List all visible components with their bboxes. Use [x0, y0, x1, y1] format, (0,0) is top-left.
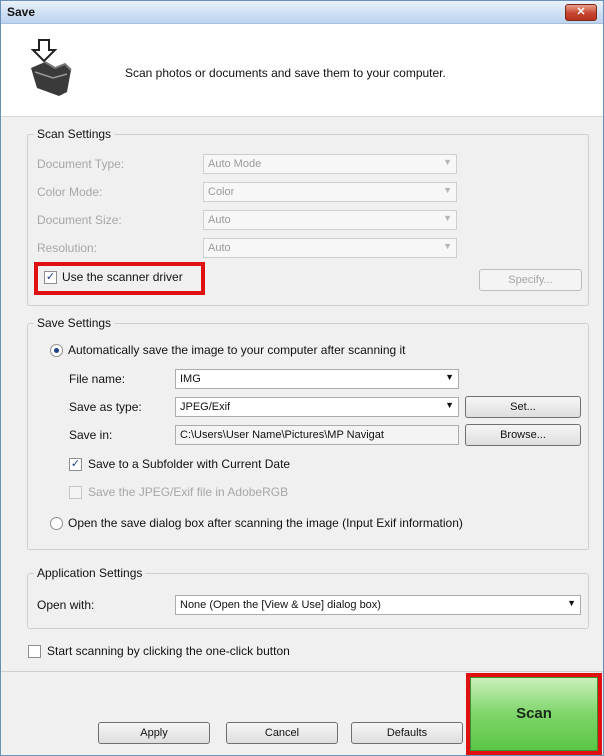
resolution-value: Auto	[208, 242, 231, 254]
dialog-header: Scan photos or documents and save them t…	[1, 24, 603, 117]
set-button[interactable]: Set...	[465, 396, 581, 418]
color-mode-select[interactable]: Color ▼	[203, 182, 457, 202]
save-as-type-label: Save as type:	[69, 400, 142, 414]
scan-save-icon	[30, 39, 72, 96]
color-mode-value: Color	[208, 186, 235, 198]
open-with-label: Open with:	[37, 598, 95, 612]
open-dialog-radio[interactable]	[50, 517, 63, 530]
open-with-value: None (Open the [View & Use] dialog box)	[180, 599, 381, 611]
open-with-select[interactable]: None (Open the [View & Use] dialog box) …	[175, 595, 581, 615]
save-in-value: C:\Users\User Name\Pictures\MP Navigat	[180, 429, 384, 441]
one-click-label[interactable]: Start scanning by clicking the one-click…	[47, 644, 290, 658]
color-mode-label: Color Mode:	[37, 185, 103, 199]
subfolder-label[interactable]: Save to a Subfolder with Current Date	[88, 457, 290, 471]
apply-button[interactable]: Apply	[98, 722, 210, 744]
scan-button[interactable]: Scan	[470, 677, 598, 751]
document-size-select[interactable]: Auto ▼	[203, 210, 457, 230]
save-as-type-value: JPEG/Exif	[180, 401, 231, 413]
document-type-select[interactable]: Auto Mode ▼	[203, 154, 457, 174]
chevron-down-icon: ▼	[445, 400, 454, 410]
save-settings-legend: Save Settings	[34, 316, 115, 330]
adobergb-checkbox[interactable]	[69, 486, 82, 499]
file-name-label: File name:	[69, 372, 126, 386]
subfolder-checkbox[interactable]: ✓	[69, 458, 82, 471]
auto-save-radio[interactable]	[50, 344, 63, 357]
chevron-down-icon: ▼	[443, 157, 452, 167]
save-as-type-select[interactable]: JPEG/Exif ▼	[175, 397, 459, 417]
chevron-down-icon: ▼	[443, 185, 452, 195]
file-name-value: IMG	[180, 373, 201, 385]
open-dialog-label[interactable]: Open the save dialog box after scanning …	[68, 516, 463, 530]
cancel-button[interactable]: Cancel	[226, 722, 338, 744]
resolution-label: Resolution:	[37, 241, 98, 255]
resolution-select[interactable]: Auto ▼	[203, 238, 457, 258]
title-bar[interactable]: Save ✕	[1, 1, 603, 24]
radio-selected-dot	[54, 348, 59, 353]
document-size-value: Auto	[208, 214, 231, 226]
specify-button[interactable]: Specify...	[479, 269, 582, 291]
chevron-down-icon: ▼	[443, 213, 452, 223]
window-title: Save	[7, 5, 36, 19]
footer-divider	[1, 671, 603, 672]
scan-settings-legend: Scan Settings	[34, 127, 115, 141]
document-size-label: Document Size:	[37, 213, 122, 227]
defaults-button[interactable]: Defaults	[351, 722, 463, 744]
close-button[interactable]: ✕	[565, 4, 597, 21]
browse-button[interactable]: Browse...	[465, 424, 581, 446]
adobergb-label[interactable]: Save the JPEG/Exif file in AdobeRGB	[88, 485, 288, 499]
chevron-down-icon: ▼	[567, 598, 576, 608]
application-settings-legend: Application Settings	[34, 566, 146, 580]
use-scanner-driver-checkbox[interactable]: ✓	[44, 271, 57, 284]
header-description: Scan photos or documents and save them t…	[125, 66, 446, 80]
chevron-down-icon: ▼	[443, 241, 452, 251]
auto-save-label[interactable]: Automatically save the image to your com…	[68, 343, 406, 357]
save-in-label: Save in:	[69, 428, 113, 442]
document-type-label: Document Type:	[37, 157, 125, 171]
chevron-down-icon: ▼	[445, 372, 454, 382]
file-name-combo[interactable]: IMG ▼	[175, 369, 459, 389]
save-in-field[interactable]: C:\Users\User Name\Pictures\MP Navigat	[175, 425, 459, 445]
use-scanner-driver-label[interactable]: Use the scanner driver	[62, 270, 183, 284]
document-type-value: Auto Mode	[208, 158, 262, 170]
save-dialog: Save ✕ Scan photos or documents and save…	[0, 0, 604, 756]
one-click-checkbox[interactable]	[28, 645, 41, 658]
